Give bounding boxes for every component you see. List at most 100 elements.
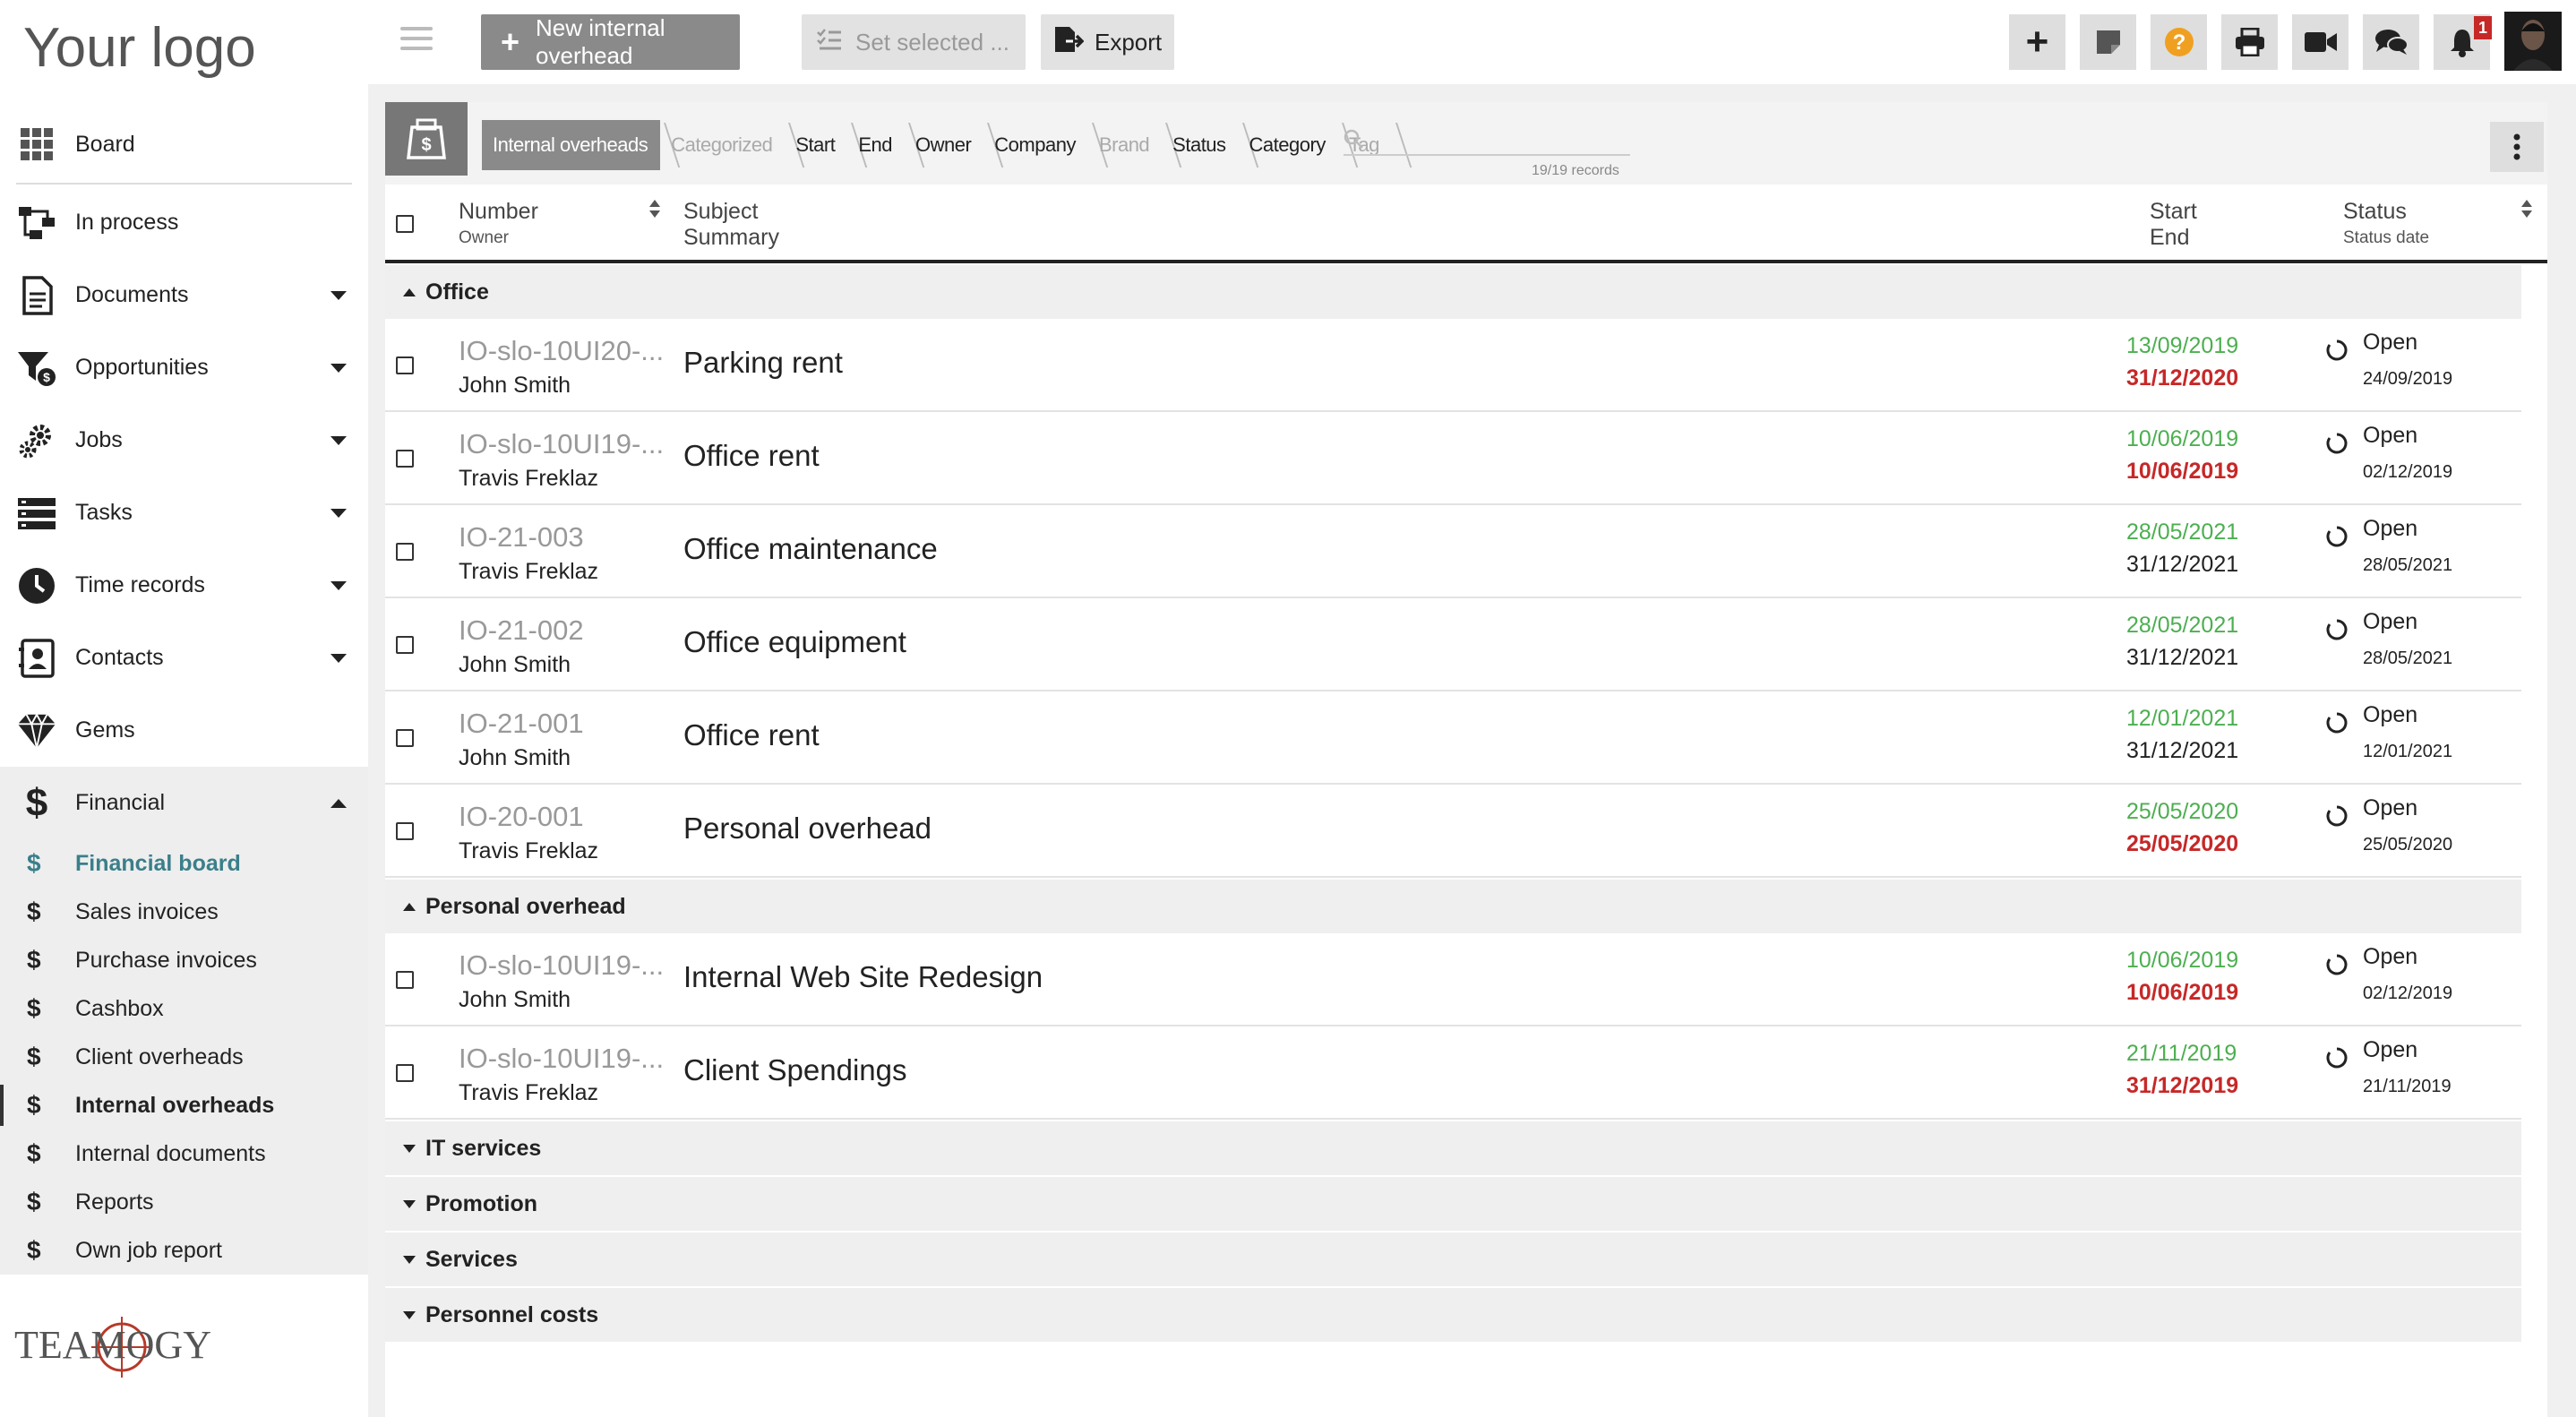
logo[interactable]: Your logo: [23, 16, 256, 80]
row-checkbox[interactable]: [396, 971, 414, 989]
filter-start[interactable]: Start: [785, 120, 847, 170]
sidebar-item-financial[interactable]: $ Financial: [0, 767, 368, 839]
notifications-bell-icon[interactable]: 1: [2434, 14, 2492, 70]
sidebar-item-own-job-report[interactable]: $ Own job report: [0, 1226, 368, 1275]
sidebar-item-client-overheads[interactable]: $ Client overheads: [0, 1033, 368, 1081]
sidebar-item-jobs[interactable]: Jobs: [0, 404, 368, 477]
header-label: Start: [2150, 199, 2197, 224]
note-icon[interactable]: [2080, 14, 2136, 70]
group-header[interactable]: Services: [385, 1232, 2521, 1286]
group-header[interactable]: IT services: [385, 1121, 2521, 1175]
new-internal-overhead-button[interactable]: + New internal overhead: [481, 14, 740, 70]
filter-end[interactable]: End: [847, 120, 905, 170]
sidebar-item-cashbox[interactable]: $ Cashbox: [0, 984, 368, 1033]
sidebar-item-financial-board[interactable]: $ Financial board: [0, 839, 368, 888]
search-input[interactable]: [1344, 129, 1630, 156]
filter-company[interactable]: Company: [983, 120, 1088, 170]
row-checkbox[interactable]: [396, 450, 414, 468]
sidebar-item-time-records[interactable]: Time records: [0, 549, 368, 622]
sidebar-item-sales-invoices[interactable]: $ Sales invoices: [0, 888, 368, 936]
sidebar-item-in-process[interactable]: In process: [0, 186, 368, 259]
row-checkbox[interactable]: [396, 729, 414, 747]
record-number[interactable]: IO-slo-10UI19-...: [459, 428, 665, 460]
table-row[interactable]: IO-slo-10UI19-... John Smith Internal Web …: [385, 933, 2521, 1026]
set-selected-button[interactable]: Set selected ...: [802, 14, 1026, 70]
group-label: Services: [425, 1246, 518, 1272]
column-number[interactable]: Number Owner: [459, 199, 538, 248]
chevron-down-icon[interactable]: [331, 435, 347, 445]
record-subject[interactable]: Internal Web Site Redesign: [683, 960, 1043, 994]
table-row[interactable]: IO-21-001 John Smith Office rent 12/01/2021…: [385, 691, 2521, 785]
select-all-checkbox[interactable]: [396, 215, 414, 233]
record-subject[interactable]: Office rent: [683, 718, 820, 752]
chevron-down-icon[interactable]: [331, 653, 347, 663]
sidebar-item-internal-documents[interactable]: $ Internal documents: [0, 1129, 368, 1178]
row-checkbox[interactable]: [396, 356, 414, 374]
column-status[interactable]: Status Status date: [2343, 199, 2429, 248]
chevron-down-icon[interactable]: [331, 508, 347, 518]
group-header[interactable]: Promotion: [385, 1177, 2521, 1231]
end-date: 31/12/2021: [2126, 645, 2239, 670]
record-number[interactable]: IO-21-001: [459, 708, 665, 740]
export-button[interactable]: Export: [1041, 14, 1174, 70]
table-row[interactable]: IO-21-003 Travis Freklaz Office maintenanc…: [385, 505, 2521, 598]
record-number[interactable]: IO-21-003: [459, 521, 665, 554]
sidebar-item-board[interactable]: Board: [0, 106, 368, 183]
filter-status[interactable]: Status: [1162, 120, 1238, 170]
filter-category[interactable]: Category: [1239, 120, 1338, 170]
group-header[interactable]: Personnel costs: [385, 1288, 2521, 1342]
sidebar-item-tasks[interactable]: Tasks: [0, 477, 368, 549]
chat-icon[interactable]: [2363, 14, 2419, 70]
record-subject[interactable]: Office equipment: [683, 625, 906, 659]
sidebar-item-opportunities[interactable]: $ Opportunities: [0, 331, 368, 404]
record-number[interactable]: IO-21-002: [459, 614, 665, 647]
table-row[interactable]: IO-21-002 John Smith Office equipment 28/05…: [385, 598, 2521, 691]
table-row[interactable]: IO-slo-10UI20-... John Smith Parking rent 1…: [385, 319, 2521, 412]
avatar[interactable]: [2504, 12, 2562, 71]
video-call-icon[interactable]: [2292, 14, 2348, 70]
sort-icon[interactable]: [648, 199, 661, 219]
sidebar-item-internal-overheads[interactable]: $ Internal overheads: [0, 1081, 368, 1129]
table-row[interactable]: IO-slo-10UI19-... Travis Freklaz Office re…: [385, 412, 2521, 505]
more-options-icon[interactable]: [2490, 122, 2544, 172]
hamburger-menu-icon[interactable]: [400, 27, 433, 54]
group-header[interactable]: Personal overhead: [385, 880, 2521, 933]
sidebar-item-purchase-invoices[interactable]: $ Purchase invoices: [0, 936, 368, 984]
sidebar-item-reports[interactable]: $ Reports: [0, 1178, 368, 1226]
row-checkbox[interactable]: [396, 543, 414, 561]
table-row[interactable]: IO-slo-10UI19-... Travis Freklaz Client Sp…: [385, 1026, 2521, 1120]
sidebar-item-documents[interactable]: Documents: [0, 259, 368, 331]
add-icon[interactable]: +: [2009, 14, 2065, 70]
record-subject[interactable]: Office maintenance: [683, 532, 938, 566]
chevron-down-icon[interactable]: [331, 363, 347, 373]
filter-brand[interactable]: Brand: [1088, 120, 1162, 170]
filter-owner[interactable]: Owner: [905, 120, 983, 170]
record-number[interactable]: IO-20-001: [459, 801, 665, 833]
chevron-up-icon[interactable]: [331, 798, 347, 808]
table-row[interactable]: IO-20-001 Travis Freklaz Personal overhead…: [385, 785, 2521, 878]
record-subject[interactable]: Office rent: [683, 439, 820, 473]
sidebar-item-contacts[interactable]: Contacts: [0, 622, 368, 694]
chevron-down-icon[interactable]: [331, 290, 347, 300]
filter-internal-overheads[interactable]: Internal overheads: [482, 120, 661, 170]
record-subject[interactable]: Personal overhead: [683, 812, 932, 846]
sort-icon[interactable]: [2520, 199, 2533, 219]
filter-categorized[interactable]: Categorized: [660, 120, 785, 170]
record-number[interactable]: IO-slo-10UI20-...: [459, 335, 665, 367]
column-subject[interactable]: Subject Summary: [683, 199, 779, 251]
row-checkbox[interactable]: [396, 1064, 414, 1082]
row-checkbox[interactable]: [396, 822, 414, 840]
chevron-down-icon[interactable]: [331, 580, 347, 590]
record-number[interactable]: IO-slo-10UI19-...: [459, 1043, 665, 1075]
column-start[interactable]: Start End: [2150, 199, 2197, 251]
header-label: Number: [459, 199, 538, 224]
row-checkbox[interactable]: [396, 636, 414, 654]
record-subject[interactable]: Client Spendings: [683, 1053, 907, 1087]
help-icon[interactable]: ?: [2151, 14, 2207, 70]
group-header[interactable]: Office: [385, 265, 2521, 319]
sidebar-item-gems[interactable]: Gems: [0, 694, 368, 767]
button-label: Set selected ...: [855, 28, 1009, 56]
record-number[interactable]: IO-slo-10UI19-...: [459, 949, 665, 982]
record-subject[interactable]: Parking rent: [683, 346, 843, 380]
print-icon[interactable]: [2221, 14, 2278, 70]
